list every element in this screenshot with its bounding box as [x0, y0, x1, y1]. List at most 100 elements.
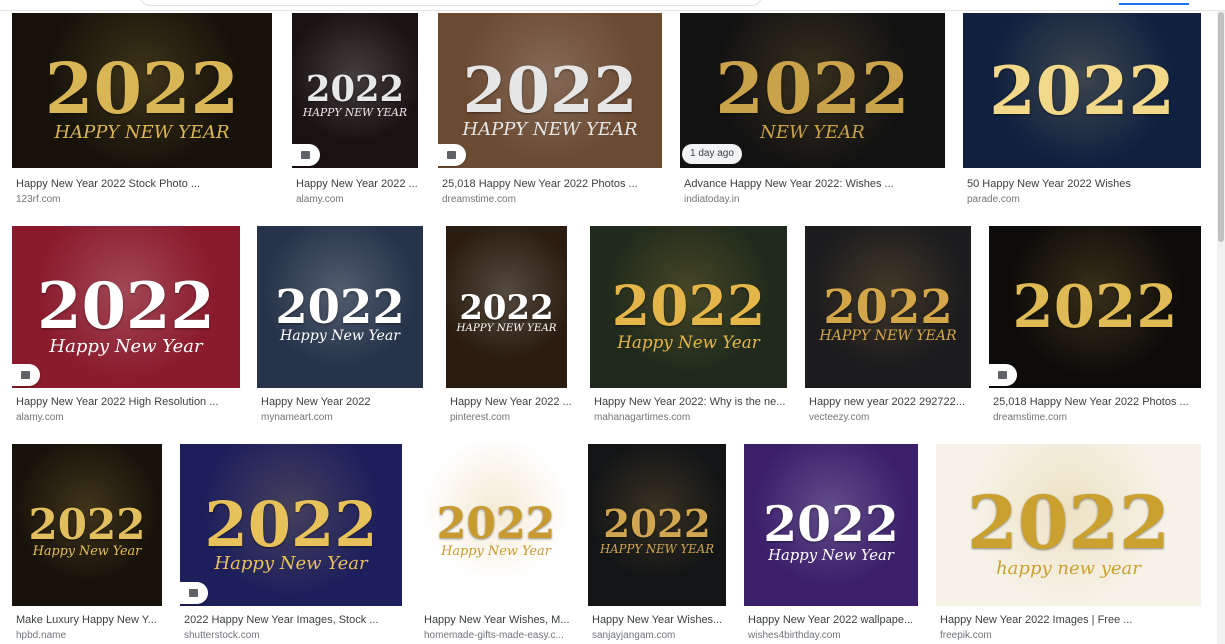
image-result[interactable]: 2022 Happy New Year 2022 Happy New Year Im… — [180, 444, 402, 644]
result-title-link[interactable]: 50 Happy New Year 2022 Wishes — [967, 178, 1215, 190]
scrollbar[interactable] — [1217, 10, 1225, 644]
thumbnail-artwork — [420, 444, 572, 606]
result-thumbnail[interactable]: 2022 Happy New Year — [590, 226, 787, 388]
result-source: indiatoday.in — [684, 194, 740, 205]
result-source: shutterstock.com — [184, 630, 260, 641]
image-result[interactable]: 2022 HAPPY NEW YEAR Happy new year 2022 29… — [805, 226, 971, 426]
result-title-link[interactable]: Happy New Year 2022 ... — [450, 396, 581, 408]
image-result[interactable]: 2022 Happy New Year Happy New Year Wishes,… — [420, 444, 572, 644]
result-title-link[interactable]: Make Luxury Happy New Y... — [16, 614, 176, 626]
result-title-link[interactable]: Advance Happy New Year 2022: Wishes ... — [684, 178, 959, 190]
result-thumbnail[interactable]: 2022 HAPPY NEW YEAR — [12, 13, 272, 168]
result-source: mynameart.com — [261, 412, 333, 423]
result-thumbnail[interactable]: 2022 HAPPY NEW YEAR — [446, 226, 567, 388]
thumbnail-artwork — [963, 13, 1201, 168]
result-thumbnail[interactable]: 2022 NEW YEAR 1 day ago — [680, 13, 945, 168]
thumbnail-artwork — [257, 226, 423, 388]
result-title-link[interactable]: Happy New Year 2022 — [261, 396, 437, 408]
thumbnail-artwork — [590, 226, 787, 388]
image-result[interactable]: 2022 Happy New Year Make Luxury Happy New … — [12, 444, 162, 644]
result-title-link[interactable]: Happy New Year Wishes, M... — [424, 614, 586, 626]
thumbnail-artwork — [438, 13, 662, 168]
image-result[interactable]: 2022 Happy New Year Happy New Year 2022 Hi… — [12, 226, 240, 426]
result-source: vecteezy.com — [809, 412, 870, 423]
result-thumbnail[interactable]: 2022 — [989, 226, 1201, 388]
thumbnail-artwork — [12, 13, 272, 168]
thumbnail-artwork — [936, 444, 1201, 606]
result-thumbnail[interactable]: 2022 HAPPY NEW YEAR — [292, 13, 418, 168]
image-result[interactable]: 2022 HAPPY NEW YEAR Happy New Year 2022 St… — [12, 13, 272, 208]
thumbnail-artwork — [180, 444, 402, 606]
image-result[interactable]: 2022 25,018 Happy New Year 2022 Photos ..… — [989, 226, 1201, 426]
result-source: dreamstime.com — [442, 194, 516, 205]
result-thumbnail[interactable]: 2022 HAPPY NEW YEAR — [588, 444, 726, 606]
image-result[interactable]: 2022 Happy New Year Happy New Year 2022 myn… — [257, 226, 423, 426]
result-source: dreamstime.com — [993, 412, 1067, 423]
image-icon — [300, 151, 310, 159]
age-badge: 1 day ago — [682, 144, 742, 164]
result-title-link[interactable]: Happy New Year 2022 High Resolution ... — [16, 396, 254, 408]
result-thumbnail[interactable]: 2022 — [963, 13, 1201, 168]
image-result[interactable]: 2022 Happy New Year Happy New Year 2022 wa… — [744, 444, 918, 644]
result-title-link[interactable]: Happy New Year 2022 wallpape... — [748, 614, 932, 626]
result-thumbnail[interactable]: 2022 Happy New Year — [257, 226, 423, 388]
image-result[interactable]: 2022 happy new year Happy New Year 2022 Im… — [936, 444, 1201, 644]
result-source: alamy.com — [296, 194, 344, 205]
result-thumbnail[interactable]: 2022 happy new year — [936, 444, 1201, 606]
result-title-link[interactable]: 25,018 Happy New Year 2022 Photos ... — [442, 178, 676, 190]
image-type-badge — [12, 364, 40, 386]
thumbnail-artwork — [588, 444, 726, 606]
image-result[interactable]: 2022 50 Happy New Year 2022 Wishes parade.… — [963, 13, 1201, 208]
image-icon — [20, 371, 30, 379]
result-thumbnail[interactable]: 2022 Happy New Year — [420, 444, 572, 606]
thumbnail-artwork — [12, 444, 162, 606]
result-source: 123rf.com — [16, 194, 61, 205]
result-source: parade.com — [967, 194, 1020, 205]
image-type-badge — [989, 364, 1017, 386]
thumbnail-artwork — [446, 226, 567, 388]
image-results-grid: 2022 HAPPY NEW YEAR Happy New Year 2022 St… — [0, 0, 1225, 644]
result-source: freepik.com — [940, 630, 992, 641]
top-search-bar-edge — [0, 0, 1225, 11]
result-title-link[interactable]: 2022 Happy New Year Images, Stock ... — [184, 614, 416, 626]
image-type-badge — [438, 144, 466, 166]
image-result[interactable]: 2022 HAPPY NEW YEAR 25,018 Happy New Year … — [438, 13, 662, 208]
result-title-link[interactable]: Happy New Year 2022 Images | Free ... — [940, 614, 1215, 626]
thumbnail-artwork — [12, 226, 240, 388]
thumbnail-artwork — [744, 444, 918, 606]
image-type-badge — [292, 144, 320, 166]
result-title-link[interactable]: Happy New Year 2022 Stock Photo ... — [16, 178, 286, 190]
result-thumbnail[interactable]: 2022 HAPPY NEW YEAR — [438, 13, 662, 168]
thumbnail-artwork — [989, 226, 1201, 388]
result-thumbnail[interactable]: 2022 Happy New Year — [12, 226, 240, 388]
result-source: homemade-gifts-made-easy.c... — [424, 630, 564, 641]
result-title-link[interactable]: Happy new year 2022 292722... — [809, 396, 985, 408]
image-result[interactable]: 2022 HAPPY NEW YEAR Happy New Year Wishes.… — [588, 444, 726, 644]
image-icon — [997, 371, 1007, 379]
result-source: wishes4birthday.com — [748, 630, 841, 641]
result-thumbnail[interactable]: 2022 HAPPY NEW YEAR — [805, 226, 971, 388]
header-button-edge[interactable] — [1119, 0, 1189, 5]
result-source: sanjayjangam.com — [592, 630, 676, 641]
result-source: mahanagartimes.com — [594, 412, 691, 423]
result-title-link[interactable]: 25,018 Happy New Year 2022 Photos ... — [993, 396, 1215, 408]
image-result[interactable]: 2022 NEW YEAR 1 day ago Advance Happy New Y… — [680, 13, 945, 208]
image-icon — [188, 589, 198, 597]
search-box[interactable] — [140, 0, 762, 6]
image-type-badge — [180, 582, 208, 604]
result-title-link[interactable]: Happy New Year 2022: Why is the ne... — [594, 396, 801, 408]
result-source: hpbd.name — [16, 630, 67, 641]
result-thumbnail[interactable]: 2022 Happy New Year — [12, 444, 162, 606]
result-title-link[interactable]: Happy New Year Wishes... — [592, 614, 740, 626]
result-source: alamy.com — [16, 412, 64, 423]
thumbnail-artwork — [805, 226, 971, 388]
result-thumbnail[interactable]: 2022 Happy New Year — [180, 444, 402, 606]
result-title-link[interactable]: Happy New Year 2022 ... — [296, 178, 432, 190]
result-thumbnail[interactable]: 2022 Happy New Year — [744, 444, 918, 606]
image-result[interactable]: 2022 Happy New Year Happy New Year 2022: W… — [590, 226, 787, 426]
image-result[interactable]: 2022 HAPPY NEW YEAR Happy New Year 2022 ..… — [446, 226, 572, 426]
scrollbar-thumb[interactable] — [1218, 12, 1224, 242]
image-result[interactable]: 2022 HAPPY NEW YEAR Happy New Year 2022 ..… — [292, 13, 418, 208]
result-source: pinterest.com — [450, 412, 511, 423]
image-icon — [446, 151, 456, 159]
